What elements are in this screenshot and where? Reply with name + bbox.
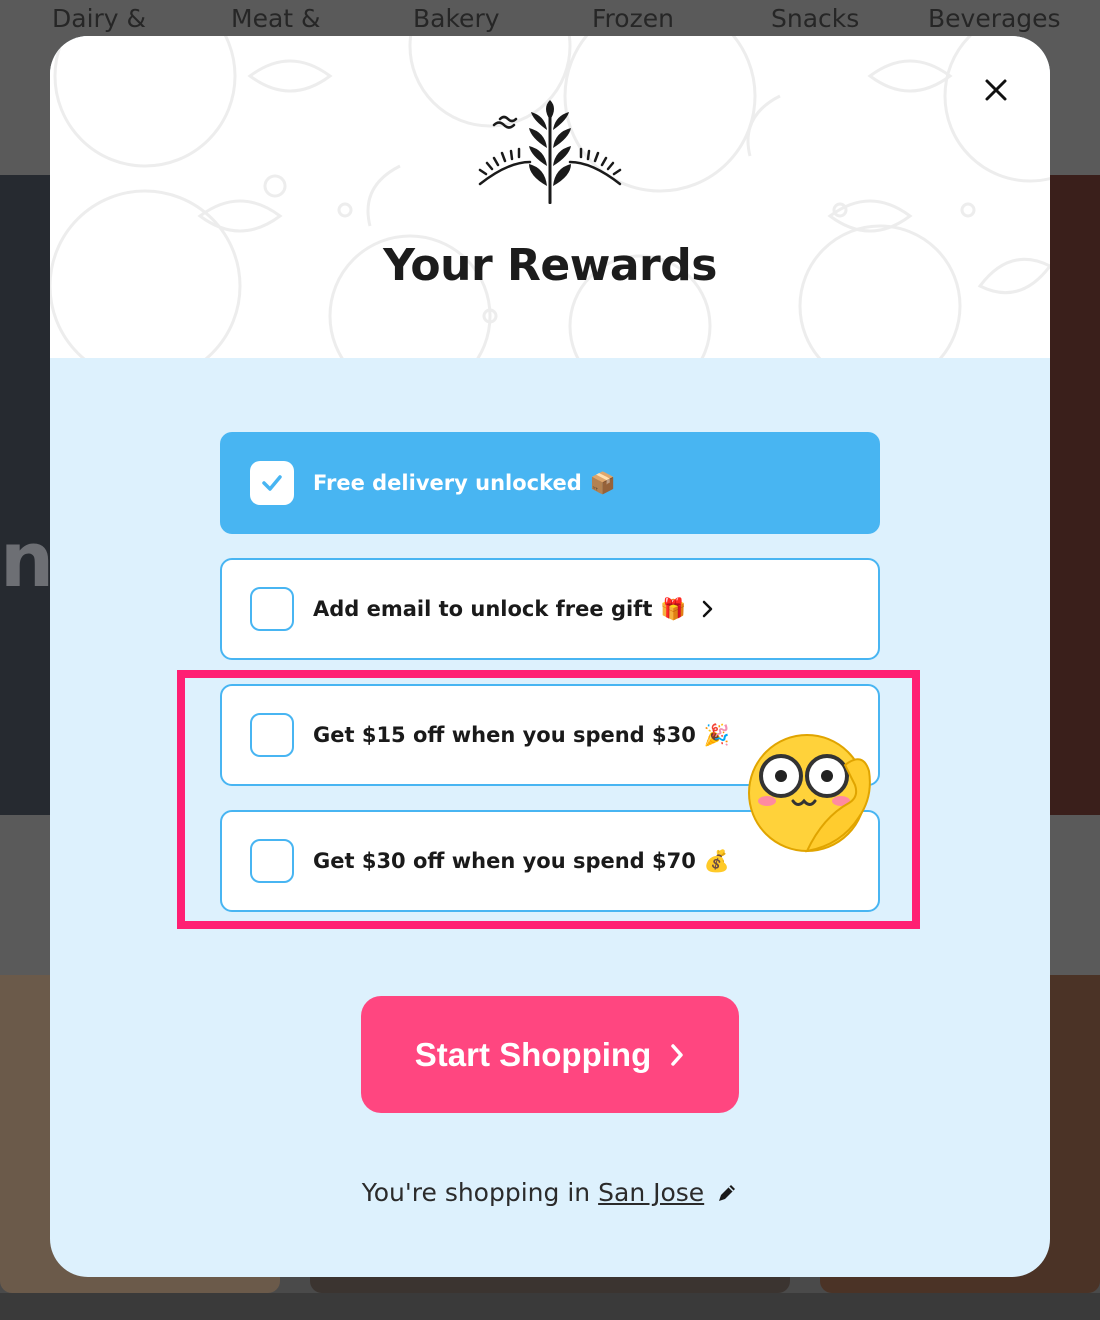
checkbox-unchecked[interactable] xyxy=(250,839,294,883)
bg-nav-item: Snacks xyxy=(771,4,860,33)
checkmark-icon xyxy=(262,475,282,491)
close-icon xyxy=(985,79,1007,101)
modal-title: Your Rewards xyxy=(383,240,717,291)
bg-nav-item: Dairy & xyxy=(52,4,147,33)
modal-header: Your Rewards xyxy=(50,36,1050,358)
start-shopping-label: Start Shopping xyxy=(414,1035,652,1073)
reward-label: Add email to unlock free gift xyxy=(313,597,653,621)
party-popper-emoji-icon: 🎉 xyxy=(703,722,731,747)
reward-label: Get $30 off when you spend $70 xyxy=(313,849,696,873)
chevron-right-icon xyxy=(701,599,715,619)
reward-label: Get $15 off when you spend $30 xyxy=(313,723,696,747)
bg-nav-item: Bakery xyxy=(413,4,500,33)
thinking-face-sticker-icon xyxy=(748,734,871,853)
money-bag-emoji-icon: 💰 xyxy=(703,848,731,873)
bg-nav-item: Frozen xyxy=(592,4,674,33)
chevron-right-icon xyxy=(669,1042,685,1068)
reward-add-email[interactable]: Add email to unlock free gift 🎁 xyxy=(220,558,880,660)
reward-free-delivery[interactable]: Free delivery unlocked 📦 xyxy=(220,432,880,534)
checkbox-unchecked[interactable] xyxy=(250,587,294,631)
pencil-icon[interactable] xyxy=(716,1182,738,1204)
bg-nav-item: Beverages xyxy=(928,4,1061,33)
gift-emoji-icon: 🎁 xyxy=(660,596,687,621)
wheat-logo-icon xyxy=(478,100,622,204)
start-shopping-button[interactable]: Start Shopping xyxy=(361,996,739,1113)
close-button[interactable] xyxy=(978,72,1014,108)
package-emoji-icon: 📦 xyxy=(589,470,616,495)
checkbox-unchecked[interactable] xyxy=(250,713,294,757)
checkbox-checked[interactable] xyxy=(250,461,294,505)
rewards-modal: Your Rewards Free delivery unlocked 📦 Ad… xyxy=(50,36,1050,1277)
shopping-location: You're shopping in San Jose xyxy=(50,1178,1050,1207)
location-prefix: You're shopping in xyxy=(361,1178,591,1207)
background-footer-strip xyxy=(0,1293,1100,1320)
location-city-link[interactable]: San Jose xyxy=(598,1178,704,1207)
reward-label: Free delivery unlocked xyxy=(313,471,582,495)
bg-nav-item: Meat & xyxy=(231,4,321,33)
